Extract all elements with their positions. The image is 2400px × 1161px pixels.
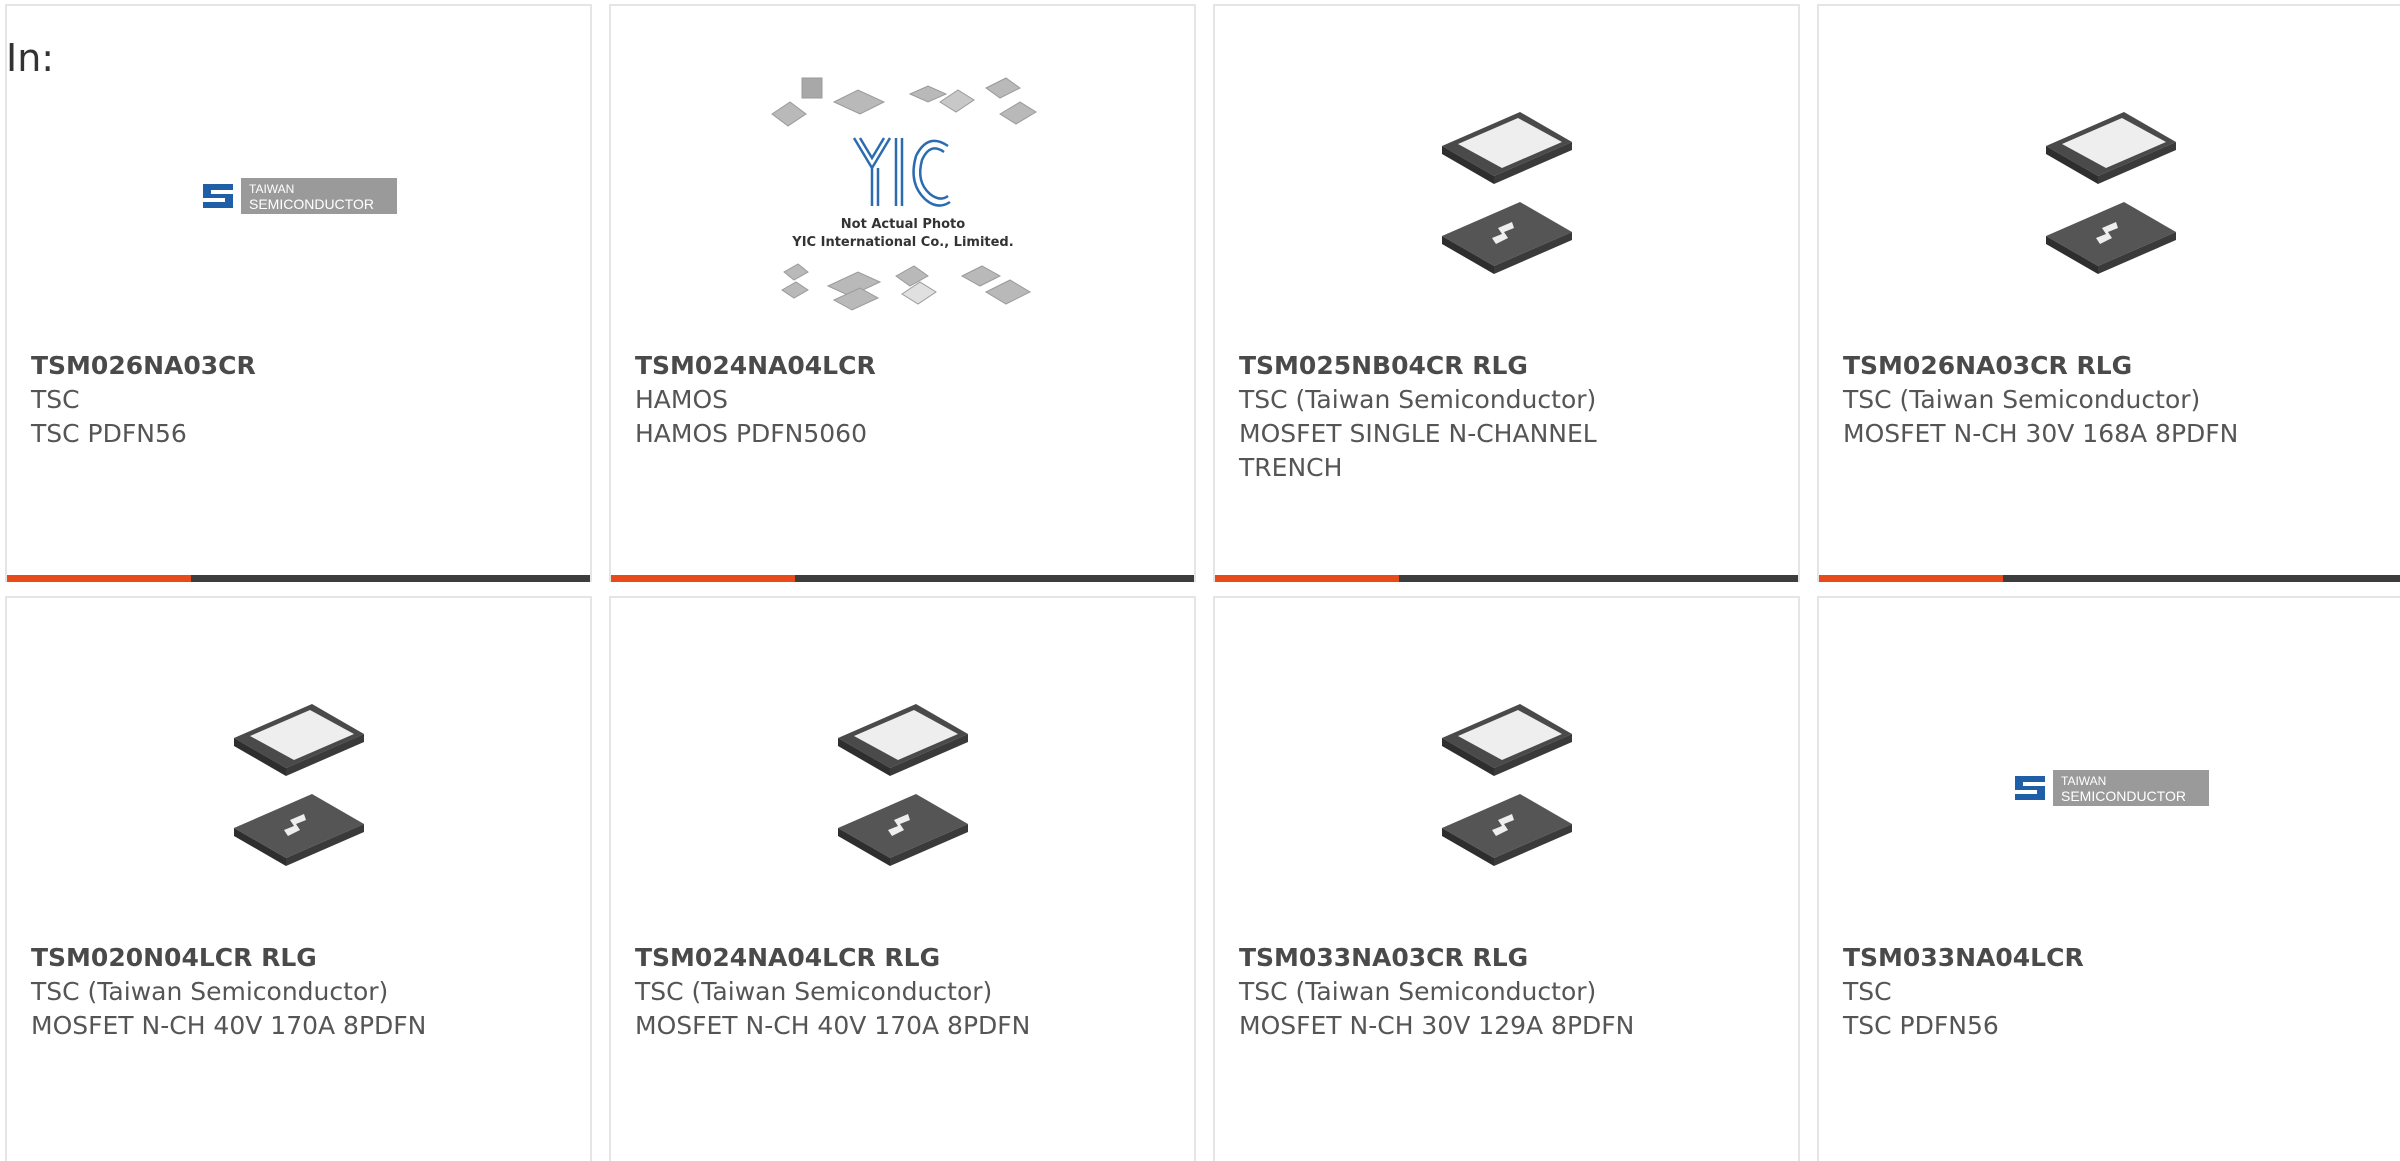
part-number-link[interactable]: TSM025NB04CR RLG — [1239, 349, 1774, 383]
product-grid: TAIWAN SEMICONDUCTOR TSM026NA03CR TSC TS… — [0, 0, 2400, 1161]
manufacturer: TSC (Taiwan Semiconductor) — [635, 977, 993, 1006]
description: MOSFET SINGLE N-CHANNEL TRENCH — [1239, 419, 1597, 482]
product-card[interactable]: TAIWAN SEMICONDUCTOR TSM026NA03CR TSC TS… — [5, 4, 592, 582]
part-number-link[interactable]: TSM026NA03CR RLG — [1843, 349, 2378, 383]
product-card[interactable]: TSM033NA03CR RLG TSC (Taiwan Semiconduct… — [1213, 596, 1800, 1161]
part-number-link[interactable]: TSM024NA04LCR — [635, 349, 1170, 383]
product-card[interactable]: TSM026NA03CR RLG TSC (Taiwan Semiconduct… — [1817, 4, 2400, 582]
description: MOSFET N-CH 40V 170A 8PDFN — [31, 1011, 427, 1040]
product-info: TSM033NA03CR RLG TSC (Taiwan Semiconduct… — [1239, 941, 1774, 1043]
product-card[interactable]: TSM020N04LCR RLG TSC (Taiwan Semiconduct… — [5, 596, 592, 1161]
pdfn-chip-icon — [837, 704, 968, 866]
card-bottom-bar — [7, 575, 590, 582]
product-info: TSM020N04LCR RLG TSC (Taiwan Semiconduct… — [31, 941, 566, 1043]
manufacturer: TSC (Taiwan Semiconductor) — [31, 977, 389, 1006]
svg-text:YIC International Co., Limited: YIC International Co., Limited. — [791, 235, 1013, 250]
manufacturer: TSC — [1843, 977, 1892, 1006]
product-card[interactable]: TSM025NB04CR RLG TSC (Taiwan Semiconduct… — [1213, 4, 1800, 582]
pdfn-chip-icon — [233, 704, 364, 866]
product-image[interactable]: Not Actual Photo YIC International Co., … — [611, 46, 1194, 346]
product-image[interactable] — [1215, 46, 1798, 346]
in-label: In: — [6, 36, 55, 80]
product-card[interactable]: TSM024NA04LCR RLG TSC (Taiwan Semiconduc… — [609, 596, 1196, 1161]
manufacturer: TSC (Taiwan Semiconductor) — [1239, 977, 1597, 1006]
product-info: TSM024NA04LCR HAMOS HAMOS PDFN5060 — [635, 349, 1170, 451]
card-accent-bar — [611, 575, 795, 582]
card-bottom-bar — [1819, 575, 2400, 582]
svg-text:TAIWAN: TAIWAN — [249, 182, 294, 196]
product-info: TSM026NA03CR TSC TSC PDFN56 — [31, 349, 566, 451]
card-accent-bar — [7, 575, 191, 582]
yic-placeholder-icon: Not Actual Photo YIC International Co., … — [770, 77, 1037, 311]
product-card[interactable]: TAIWAN SEMICONDUCTOR TSM033NA04LCR TSC T… — [1817, 596, 2400, 1161]
description: MOSFET N-CH 30V 168A 8PDFN — [1843, 419, 2239, 448]
taiwan-semiconductor-logo-icon: TAIWAN SEMICONDUCTOR — [198, 178, 397, 214]
part-number-link[interactable]: TSM020N04LCR RLG — [31, 941, 566, 975]
pdfn-chip-icon — [1441, 704, 1572, 866]
product-image[interactable] — [7, 638, 590, 938]
description: TSC PDFN56 — [1843, 1011, 1999, 1040]
pdfn-chip-icon — [2045, 112, 2176, 274]
card-accent-bar — [1819, 575, 2003, 582]
product-info: TSM033NA04LCR TSC TSC PDFN56 — [1843, 941, 2378, 1043]
description: TSC PDFN56 — [31, 419, 187, 448]
product-image[interactable] — [1819, 46, 2400, 346]
part-number-link[interactable]: TSM033NA03CR RLG — [1239, 941, 1774, 975]
part-number-link[interactable]: TSM026NA03CR — [31, 349, 566, 383]
card-bottom-bar — [1215, 575, 1798, 582]
svg-text:SEMICONDUCTOR: SEMICONDUCTOR — [249, 196, 374, 212]
product-image[interactable] — [1215, 638, 1798, 938]
description: MOSFET N-CH 40V 170A 8PDFN — [635, 1011, 1031, 1040]
product-info: TSM024NA04LCR RLG TSC (Taiwan Semiconduc… — [635, 941, 1170, 1043]
manufacturer: TSC (Taiwan Semiconductor) — [1239, 385, 1597, 414]
svg-text:TAIWAN: TAIWAN — [2061, 774, 2106, 788]
product-image[interactable]: TAIWAN SEMICONDUCTOR — [7, 46, 590, 346]
product-info: TSM025NB04CR RLG TSC (Taiwan Semiconduct… — [1239, 349, 1774, 485]
product-info: TSM026NA03CR RLG TSC (Taiwan Semiconduct… — [1843, 349, 2378, 451]
pdfn-chip-icon — [1441, 112, 1572, 274]
page: In: TAIWAN SEMICONDUCTOR TSM026NA03CR TS… — [0, 0, 2400, 1161]
description: HAMOS PDFN5060 — [635, 419, 867, 448]
product-image[interactable] — [611, 638, 1194, 938]
product-image[interactable]: TAIWAN SEMICONDUCTOR — [1819, 638, 2400, 938]
product-card[interactable]: Not Actual Photo YIC International Co., … — [609, 4, 1196, 582]
manufacturer: TSC — [31, 385, 80, 414]
card-accent-bar — [1215, 575, 1399, 582]
taiwan-semiconductor-logo-icon: TAIWAN SEMICONDUCTOR — [2010, 770, 2209, 806]
card-bottom-bar — [611, 575, 1194, 582]
manufacturer: TSC (Taiwan Semiconductor) — [1843, 385, 2201, 414]
manufacturer: HAMOS — [635, 385, 729, 414]
svg-text:SEMICONDUCTOR: SEMICONDUCTOR — [2061, 788, 2186, 804]
svg-text:Not Actual Photo: Not Actual Photo — [840, 217, 964, 232]
description: MOSFET N-CH 30V 129A 8PDFN — [1239, 1011, 1635, 1040]
part-number-link[interactable]: TSM033NA04LCR — [1843, 941, 2378, 975]
part-number-link[interactable]: TSM024NA04LCR RLG — [635, 941, 1170, 975]
